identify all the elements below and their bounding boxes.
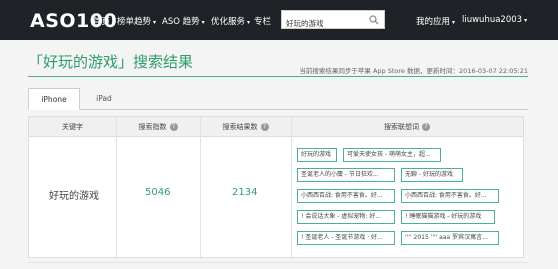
search-box	[281, 10, 385, 32]
nav-aso-trend[interactable]: ASO 趋势 ▾	[162, 15, 205, 27]
page-title: 「好玩的游戏」搜索结果	[28, 53, 194, 71]
nav-column[interactable]: 专栏	[254, 15, 271, 27]
tab-iphone[interactable]: iPhone	[28, 88, 80, 110]
user-menu[interactable]: liuwuhua2003 ▾	[462, 15, 527, 25]
results-table: 关键字 搜索指数? 搜索结果数? 搜索联想词? 好玩的游戏 5046 2134 …	[28, 116, 524, 258]
column-divider	[116, 117, 117, 257]
suggestion-tag[interactable]: 可爱天使女孩 - 萌萌女主，超...	[343, 148, 441, 162]
caret-down-icon: ▾	[247, 19, 251, 26]
suggestion-tag[interactable]: ! 睡眠猫猫游戏 - 好玩的游戏	[401, 210, 495, 224]
search-index-cell: 5046	[145, 187, 171, 198]
caret-down-icon: ▾	[452, 19, 456, 26]
suggestion-tag[interactable]: 小西西百战: 食用不害食。好...	[401, 189, 499, 203]
suggestion-tag[interactable]: 无聊 - 好玩的游戏	[401, 168, 463, 182]
suggestion-tag[interactable]: 圣诞老人的小麋 - 节日狂欢...	[297, 168, 395, 182]
page-header: 「好玩的游戏」搜索结果 当前搜索结果同步于苹果 App Store 数据，更新时…	[28, 51, 528, 77]
result-count-cell: 2134	[232, 187, 258, 198]
nav-rank-trend[interactable]: 榜单趋势 ▾	[117, 15, 156, 27]
top-navbar: ASO100 首页 榜单趋势▾ ASO 趋势▾ 优化服务▾ 专栏 我的应用▾ l…	[0, 0, 558, 40]
suggestion-tag[interactable]: ! 会说话大象 - 虚拟宠物: 好...	[297, 210, 395, 224]
help-icon[interactable]: ?	[260, 123, 269, 131]
page-divider	[28, 262, 528, 263]
help-icon[interactable]: ?	[422, 123, 430, 131]
caret-down-icon: ▾	[201, 19, 205, 26]
caret-down-icon: ▾	[524, 17, 528, 24]
suggestion-tag[interactable]: 好玩的游戏	[297, 148, 337, 162]
search-input[interactable]	[282, 15, 366, 32]
caret-down-icon: ▾	[153, 19, 157, 26]
header-suggestions: 搜索联想词?	[291, 117, 523, 137]
header-search-index: 搜索指数?	[116, 117, 200, 137]
my-apps-menu[interactable]: 我的应用 ▾	[416, 15, 455, 27]
suggestion-tag[interactable]: ! 圣诞老人 - 圣诞节游戏 · 好...	[297, 231, 395, 245]
header-result-count: 搜索结果数?	[200, 117, 291, 137]
tab-ipad[interactable]: iPad	[82, 88, 126, 110]
nav-home[interactable]: 首页	[93, 15, 110, 27]
search-icon[interactable]	[369, 15, 379, 25]
column-divider	[291, 117, 292, 257]
help-icon[interactable]: ?	[169, 123, 178, 131]
header-keyword: 关键字	[29, 117, 116, 137]
update-note: 当前搜索结果同步于苹果 App Store 数据，更新时间：2016-03-07…	[299, 67, 528, 75]
suggestion-tag[interactable]: '''' 2015 '''' aaa 罗宾汉寓言...	[401, 231, 499, 245]
suggestion-tag[interactable]: 小西西百战: 食用不害食。好...	[297, 189, 395, 203]
keyword-cell[interactable]: 好玩的游戏	[49, 187, 99, 202]
nav-optimize-service[interactable]: 优化服务 ▾	[211, 15, 250, 27]
column-divider	[200, 117, 201, 257]
